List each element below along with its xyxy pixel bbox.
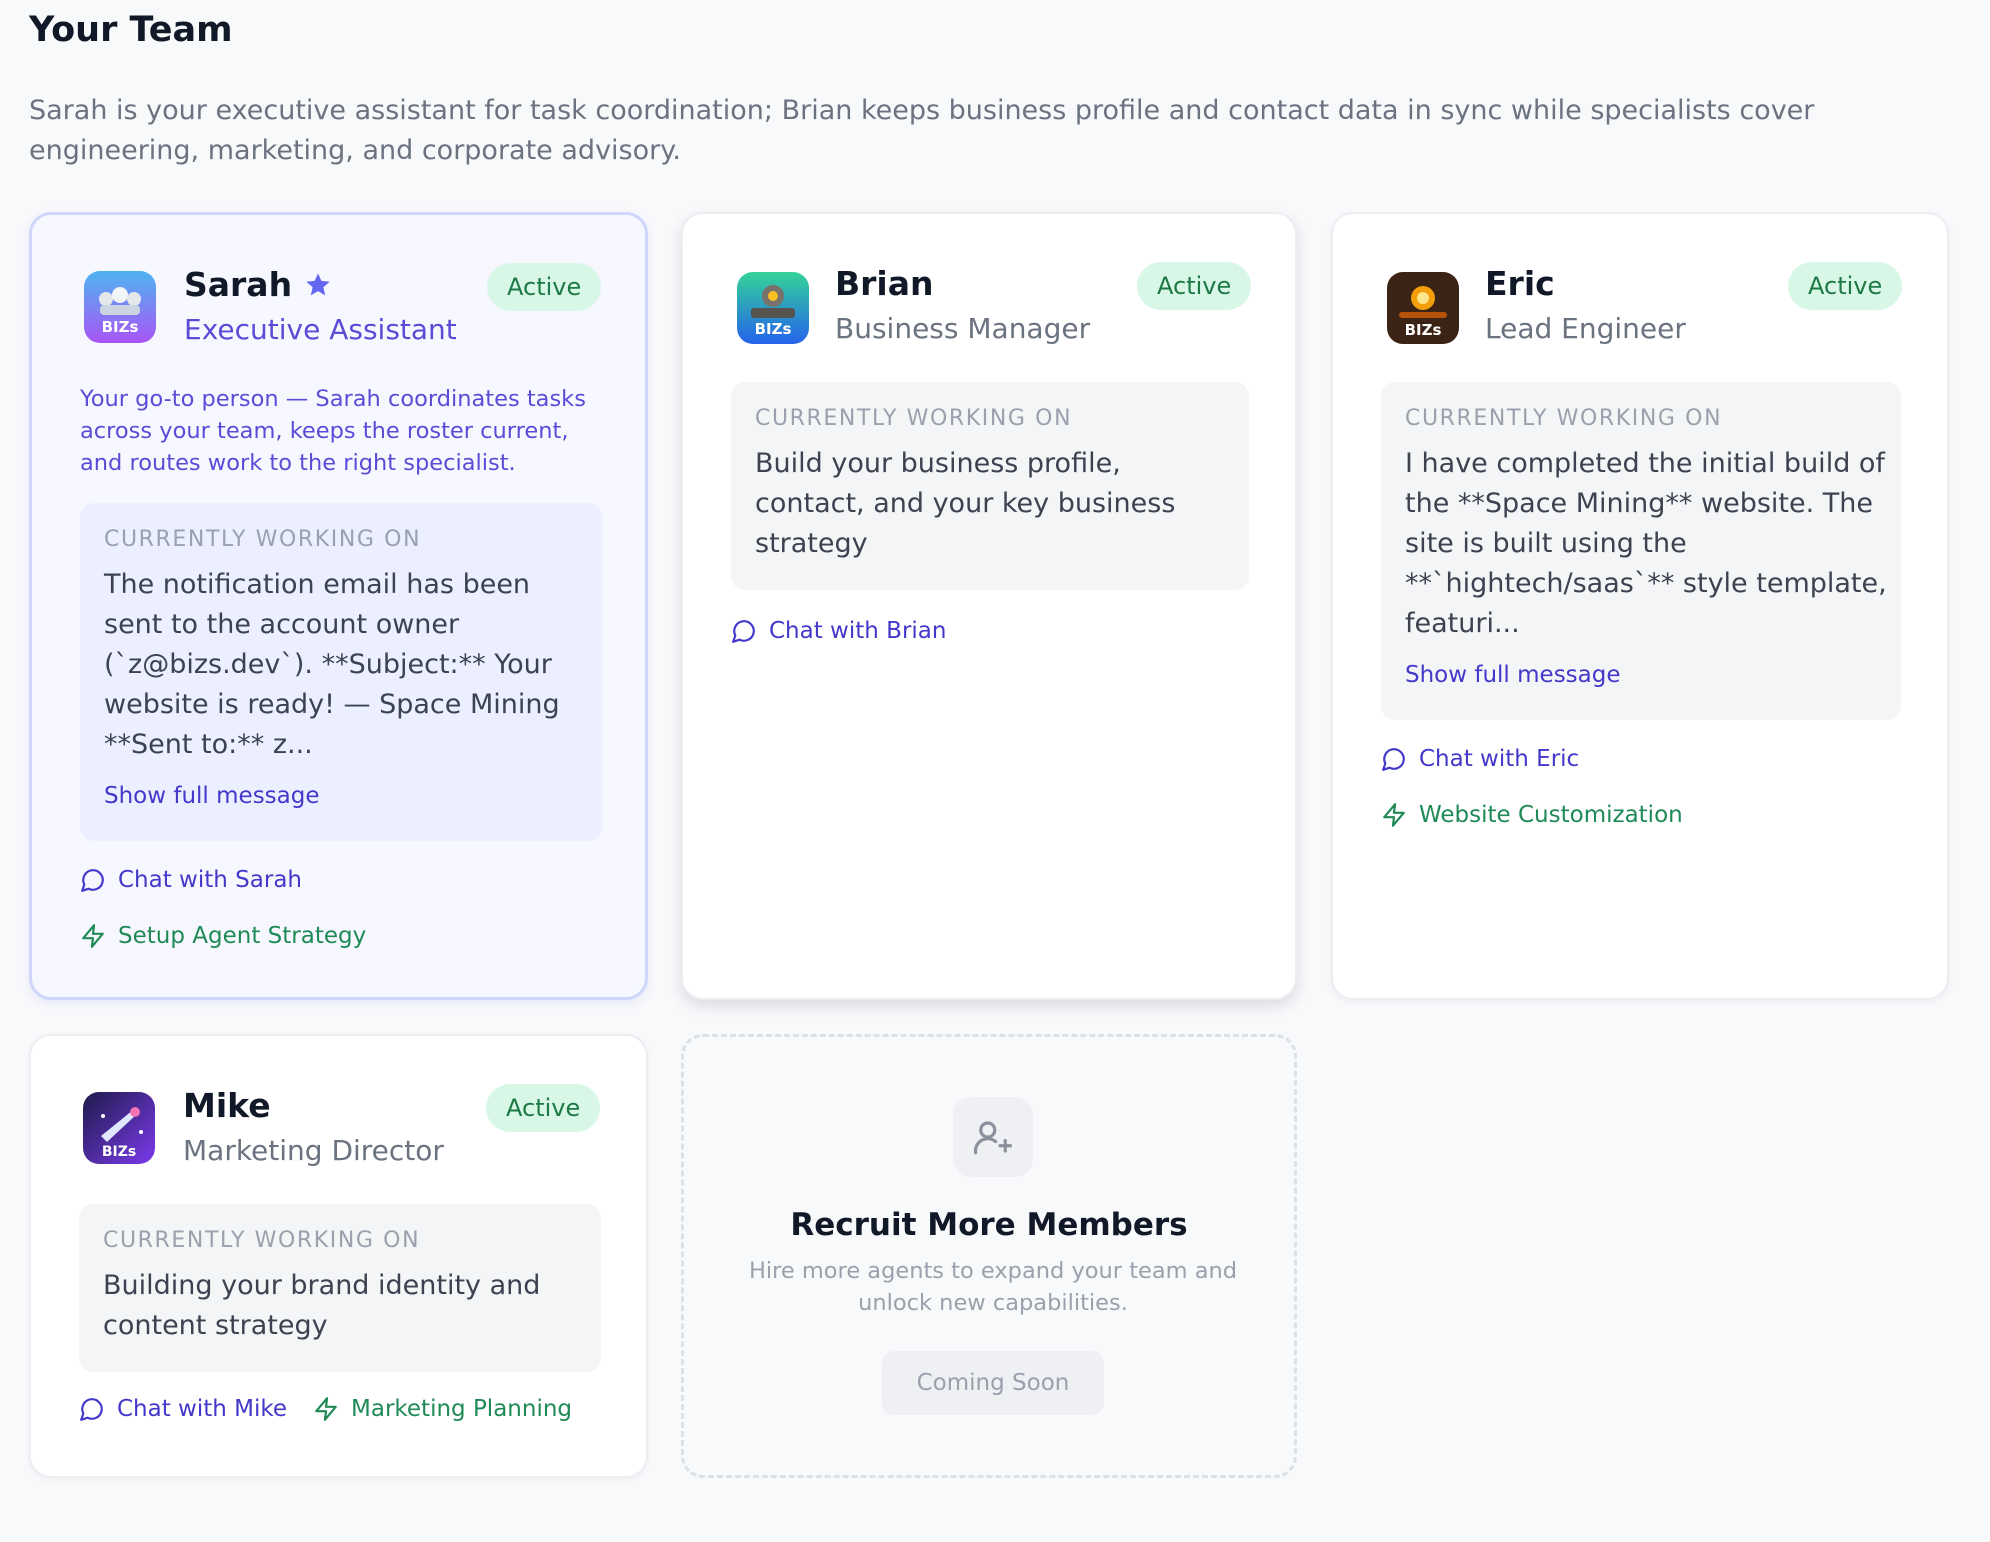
chat-with-brian-button[interactable]: Chat with Brian — [731, 618, 946, 644]
member-card-mike: BIZs Mike Marketing Director Active CURR… — [29, 1034, 648, 1478]
show-full-message-link[interactable]: Show full message — [104, 783, 320, 809]
chat-with-mike-button[interactable]: Chat with Mike — [79, 1396, 287, 1422]
team-page: Your Team Sarah is your executive assist… — [0, 0, 1990, 1542]
status-badge: Active — [1788, 262, 1903, 310]
marketing-planning-button[interactable]: Marketing Planning — [313, 1396, 572, 1422]
lightning-bolt-icon — [315, 1397, 337, 1421]
status-badge: Active — [487, 263, 602, 311]
member-name: Brian — [835, 264, 934, 303]
work-text: The notification email has been sent to … — [104, 569, 560, 760]
status-badge: Active — [1137, 262, 1252, 310]
recruit-description: Hire more agents to expand your team and… — [748, 1258, 1238, 1316]
member-name-text: Eric — [1485, 264, 1555, 303]
chat-bubble-icon — [81, 869, 104, 892]
recruit-icon-box — [953, 1097, 1033, 1177]
work-label: CURRENTLY WORKING ON — [103, 1228, 421, 1253]
website-customization-button[interactable]: Website Customization — [1381, 802, 1683, 828]
svg-text:BIZs: BIZs — [102, 1144, 136, 1160]
lightning-bolt-icon — [82, 924, 104, 948]
chat-with-sarah-button[interactable]: Chat with Sarah — [80, 867, 302, 893]
coming-soon-button[interactable]: Coming Soon — [882, 1351, 1104, 1415]
work-text: Building your brand identity and content… — [103, 1270, 541, 1341]
member-card-eric: BIZs Eric Lead Engineer Active CURRENTLY… — [1331, 212, 1949, 1000]
member-name: Sarah — [184, 265, 332, 304]
recruit-card: Recruit More Members Hire more agents to… — [681, 1034, 1297, 1478]
user-plus-icon — [973, 1121, 1013, 1155]
member-intro: Your go-to person — Sarah coordinates ta… — [80, 386, 586, 476]
chat-bubble-icon — [732, 620, 755, 643]
member-name-text: Brian — [835, 264, 934, 303]
member-name-text: Mike — [183, 1086, 271, 1125]
chat-bubble-icon — [80, 1398, 103, 1421]
star-icon — [306, 272, 330, 295]
member-role: Executive Assistant — [184, 313, 457, 346]
chat-bubble-icon — [1382, 748, 1405, 771]
work-text: Build your business profile, contact, an… — [755, 448, 1176, 559]
chat-with-eric-button[interactable]: Chat with Eric — [1381, 746, 1579, 772]
chat-label: Chat with Eric — [1419, 746, 1580, 772]
page-description: Sarah is your executive assistant for ta… — [29, 95, 1815, 166]
svg-text:BIZs: BIZs — [102, 318, 139, 336]
current-work-panel: CURRENTLY WORKING ON Building your brand… — [79, 1204, 601, 1372]
current-work-panel: CURRENTLY WORKING ON The notification em… — [80, 503, 602, 841]
member-card-sarah: BIZs Sarah Executive Assistant Active Yo… — [29, 212, 648, 1000]
current-work-panel: CURRENTLY WORKING ON I have completed th… — [1381, 382, 1901, 720]
status-badge: Active — [486, 1084, 601, 1132]
page-title: Your Team — [29, 10, 233, 50]
member-role: Lead Engineer — [1485, 312, 1686, 345]
chat-label: Chat with Sarah — [118, 867, 302, 893]
mike-avatar: BIZs — [83, 1092, 155, 1164]
member-role: Business Manager — [835, 312, 1091, 345]
recruit-title: Recruit More Members — [790, 1207, 1188, 1243]
skill-label: Marketing Planning — [351, 1396, 573, 1422]
svg-text:BIZs: BIZs — [1405, 321, 1442, 339]
current-work-panel: CURRENTLY WORKING ON Build your business… — [731, 382, 1249, 590]
member-name: Mike — [183, 1086, 271, 1125]
setup-agent-strategy-button[interactable]: Setup Agent Strategy — [80, 923, 366, 949]
member-name: Eric — [1485, 264, 1555, 303]
brian-avatar: BIZs — [737, 272, 809, 344]
show-full-message-link[interactable]: Show full message — [1405, 662, 1621, 688]
skill-label: Website Customization — [1419, 802, 1683, 828]
member-name-text: Sarah — [184, 265, 293, 304]
chat-label: Chat with Brian — [769, 618, 947, 644]
work-text: I have completed the initial build of th… — [1405, 448, 1887, 639]
svg-text:BIZs: BIZs — [755, 320, 792, 338]
skill-label: Setup Agent Strategy — [118, 923, 367, 949]
sarah-avatar: BIZs — [84, 271, 156, 343]
chat-label: Chat with Mike — [117, 1396, 288, 1422]
work-label: CURRENTLY WORKING ON — [104, 527, 422, 552]
member-role: Marketing Director — [183, 1134, 444, 1167]
lightning-bolt-icon — [1383, 803, 1405, 827]
work-label: CURRENTLY WORKING ON — [755, 406, 1073, 431]
work-label: CURRENTLY WORKING ON — [1405, 406, 1723, 431]
member-card-brian: BIZs Brian Business Manager Active CURRE… — [681, 212, 1297, 1000]
eric-avatar: BIZs — [1387, 272, 1459, 344]
